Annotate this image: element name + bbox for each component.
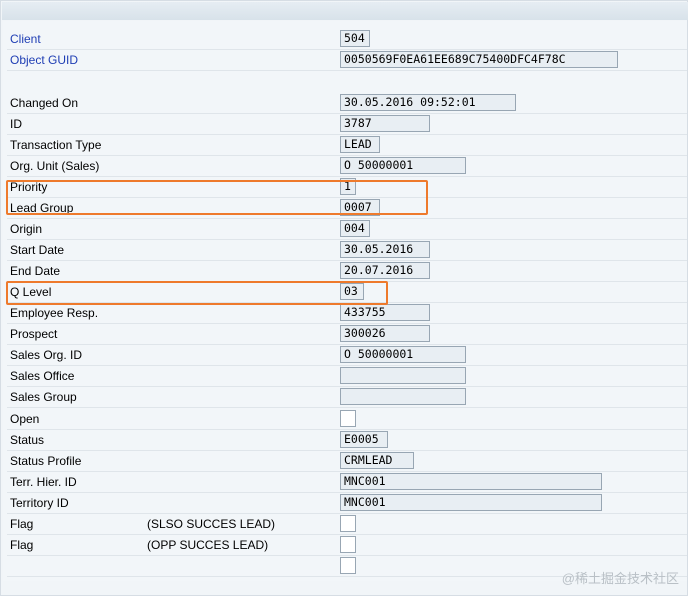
field-row: Transaction Type LEAD bbox=[7, 135, 687, 156]
field-label: Sales Group bbox=[10, 390, 77, 404]
field-label[interactable]: Object GUID bbox=[10, 53, 78, 67]
value-field[interactable]: O 50000001 bbox=[340, 157, 466, 174]
field-label: End Date bbox=[10, 264, 61, 278]
value-field[interactable]: 30.05.2016 09:52:01 bbox=[340, 94, 516, 111]
field-row: Terr. Hier. ID MNC001 bbox=[7, 472, 687, 493]
field-label[interactable]: Client bbox=[10, 32, 41, 46]
field-label: Sales Office bbox=[10, 369, 75, 383]
field-row: Q Level 03 bbox=[7, 282, 687, 303]
checkbox[interactable] bbox=[340, 515, 356, 532]
field-label: Transaction Type bbox=[10, 138, 102, 152]
field-row: End Date 20.07.2016 bbox=[7, 261, 687, 282]
field-label: Status Profile bbox=[10, 454, 82, 468]
field-row: Open bbox=[7, 409, 687, 430]
value-field[interactable]: 30.05.2016 bbox=[340, 241, 430, 258]
field-row: Org. Unit (Sales) O 50000001 bbox=[7, 156, 687, 177]
value-field[interactable]: 3787 bbox=[340, 115, 430, 132]
value-field[interactable]: MNC001 bbox=[340, 473, 602, 490]
value-field[interactable]: LEAD bbox=[340, 136, 380, 153]
field-label: Q Level bbox=[10, 285, 52, 299]
value-field[interactable]: 433755 bbox=[340, 304, 430, 321]
field-row: Employee Resp. 433755 bbox=[7, 303, 687, 324]
field-row: Flag (OPP SUCCES LEAD) bbox=[7, 535, 687, 556]
value-field[interactable]: O 50000001 bbox=[340, 346, 466, 363]
field-list: Client 504 Object GUID 0050569F0EA61EE689C7… bbox=[3, 21, 687, 581]
field-label: Prospect bbox=[10, 327, 58, 341]
field-row: Object GUID 0050569F0EA61EE689C75400DFC4F… bbox=[7, 50, 687, 71]
field-label: Lead Group bbox=[10, 201, 74, 215]
field-row: ID 3787 bbox=[7, 114, 687, 135]
watermark: @稀土掘金技术社区 bbox=[561, 571, 679, 586]
value-field[interactable]: 0007 bbox=[340, 199, 380, 216]
value-field[interactable] bbox=[340, 367, 466, 384]
field-label: Flag bbox=[10, 538, 34, 552]
value-field[interactable]: 20.07.2016 bbox=[340, 262, 430, 279]
field-row: Priority 1 bbox=[7, 177, 687, 198]
field-row: Changed On 30.05.2016 09:52:01 bbox=[7, 93, 687, 114]
field-row: Territory ID MNC001 bbox=[7, 493, 687, 514]
field-row: Status Profile CRMLEAD bbox=[7, 451, 687, 472]
field-row: Origin 004 bbox=[7, 219, 687, 240]
field-label: Sales Org. ID bbox=[10, 348, 83, 362]
value-field[interactable]: 0050569F0EA61EE689C75400DFC4F78C bbox=[340, 51, 618, 68]
field-label: Terr. Hier. ID bbox=[10, 475, 77, 489]
field-label: Flag bbox=[10, 517, 34, 531]
checkbox[interactable] bbox=[340, 536, 356, 553]
checkbox[interactable] bbox=[340, 410, 356, 427]
value-field[interactable]: 300026 bbox=[340, 325, 430, 342]
field-row: Sales Office bbox=[7, 366, 687, 387]
field-label: Status bbox=[10, 433, 45, 447]
field-label: Changed On bbox=[10, 96, 79, 110]
field-sublabel: (OPP SUCCES LEAD) bbox=[147, 538, 269, 552]
field-row: Start Date 30.05.2016 bbox=[7, 240, 687, 261]
field-label: Employee Resp. bbox=[10, 306, 99, 320]
field-label: Priority bbox=[10, 180, 48, 194]
field-label: Org. Unit (Sales) bbox=[10, 159, 100, 173]
value-field[interactable]: 03 bbox=[340, 283, 364, 300]
field-row: Prospect 300026 bbox=[7, 324, 687, 345]
field-row: Client 504 bbox=[7, 29, 687, 50]
value-field[interactable]: 1 bbox=[340, 178, 356, 195]
field-row: Sales Group bbox=[7, 387, 687, 408]
value-field[interactable]: CRMLEAD bbox=[340, 452, 414, 469]
field-row: Sales Org. ID O 50000001 bbox=[7, 345, 687, 366]
value-field[interactable]: 504 bbox=[340, 30, 370, 47]
field-row: Flag (SLSO SUCCES LEAD) bbox=[7, 514, 687, 535]
field-sublabel: (SLSO SUCCES LEAD) bbox=[147, 517, 276, 531]
value-field[interactable]: E0005 bbox=[340, 431, 388, 448]
field-label: Territory ID bbox=[10, 496, 69, 510]
value-field[interactable]: MNC001 bbox=[340, 494, 602, 511]
field-label: Start Date bbox=[10, 243, 65, 257]
value-field[interactable]: 004 bbox=[340, 220, 370, 237]
title-bar bbox=[2, 2, 688, 20]
field-label: Open bbox=[10, 412, 40, 426]
value-field[interactable] bbox=[340, 388, 466, 405]
checkbox[interactable] bbox=[340, 557, 356, 574]
field-label: ID bbox=[10, 117, 22, 131]
field-row: Status E0005 bbox=[7, 430, 687, 451]
detail-window: Client 504 Object GUID 0050569F0EA61EE689C7… bbox=[0, 0, 688, 596]
field-row: Lead Group 0007 bbox=[7, 198, 687, 219]
field-label: Origin bbox=[10, 222, 43, 236]
